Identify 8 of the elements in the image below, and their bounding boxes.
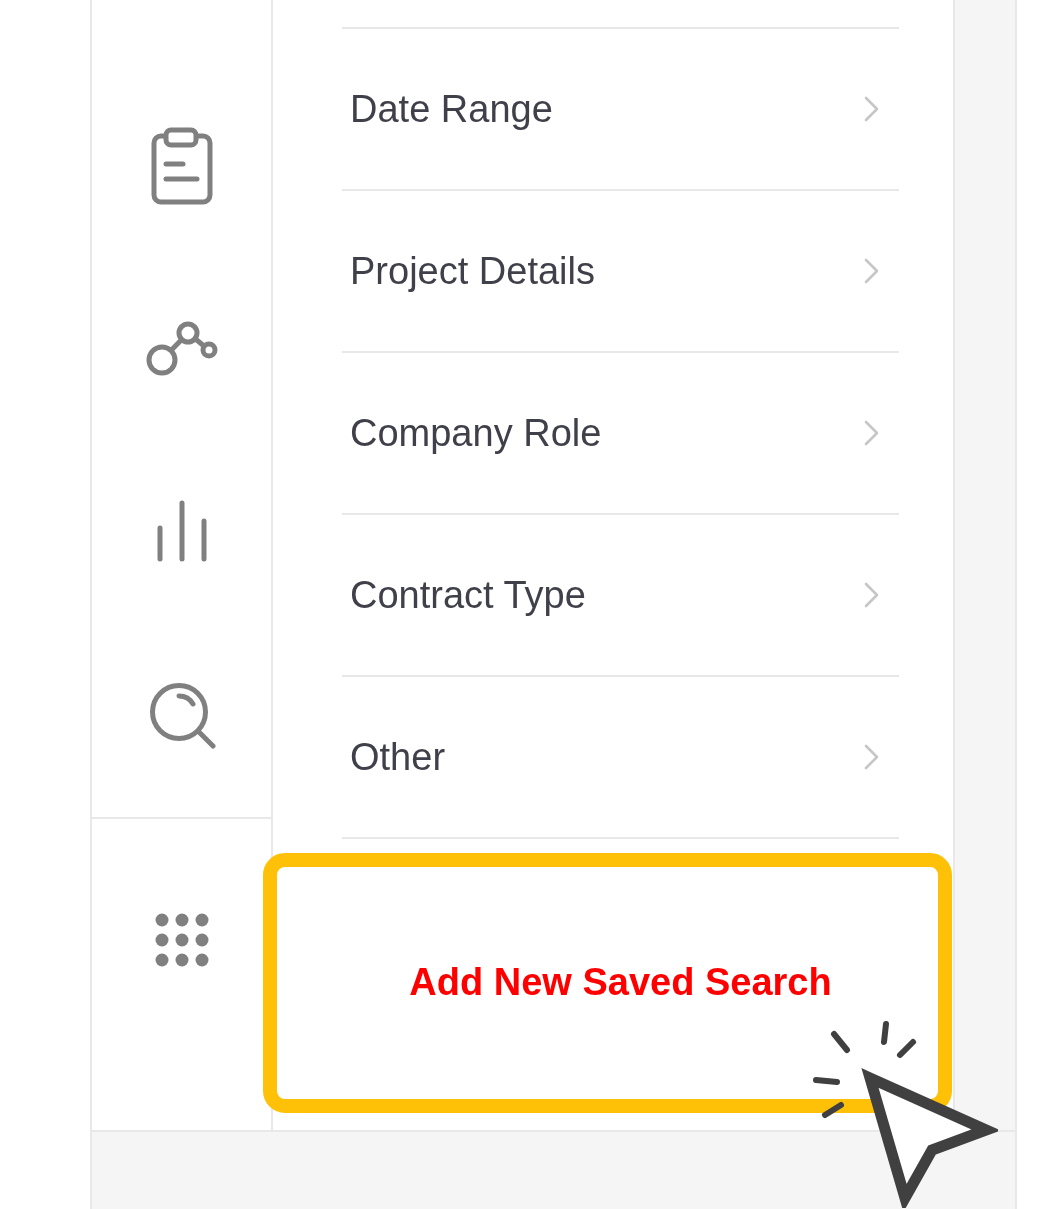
chevron-right-icon <box>864 258 879 284</box>
clipboard-icon[interactable] <box>150 126 213 205</box>
search-icon[interactable] <box>147 680 216 749</box>
chevron-right-icon <box>864 744 879 770</box>
grid-menu-icon[interactable] <box>154 913 209 967</box>
chevron-right-icon <box>864 96 879 122</box>
chevron-right-icon <box>864 582 879 608</box>
chevron-right-icon <box>864 420 879 446</box>
